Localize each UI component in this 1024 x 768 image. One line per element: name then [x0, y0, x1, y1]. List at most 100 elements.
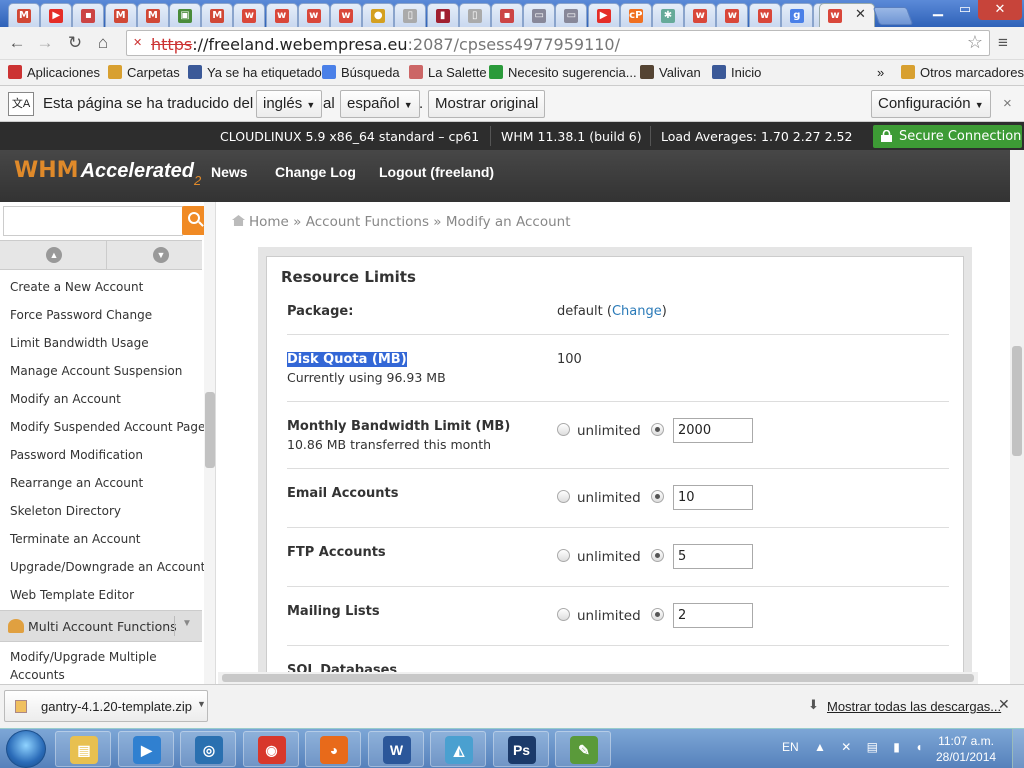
bookmarks-overflow-button[interactable]: »: [877, 63, 884, 83]
browser-tab[interactable]: w: [330, 3, 362, 27]
browser-tab[interactable]: ▶: [587, 3, 620, 27]
back-button[interactable]: ←: [6, 33, 28, 55]
address-bar[interactable]: ✕ https://freeland.webempresa.eu:2087/cp…: [126, 30, 990, 56]
limit-input[interactable]: 10: [673, 485, 753, 510]
bookmark-item[interactable]: Ya se ha etiquetado: [188, 63, 322, 83]
minimize-button[interactable]: ▁: [924, 0, 952, 20]
bookmark-item[interactable]: La Salette: [409, 63, 487, 83]
custom-limit-radio[interactable]: [651, 490, 664, 503]
browser-tab[interactable]: w: [233, 3, 266, 27]
home-button[interactable]: ⌂: [92, 33, 114, 55]
browser-tab[interactable]: w: [265, 3, 298, 27]
show-original-button[interactable]: Mostrar original: [428, 90, 546, 118]
sidebar-item[interactable]: Manage Account Suspension: [10, 364, 182, 378]
taskbar-app[interactable]: ◎: [180, 731, 236, 767]
sidebar-scrollbar[interactable]: [204, 202, 215, 684]
taskbar-app[interactable]: ◭: [430, 731, 486, 767]
taskbar-app[interactable]: ▤: [55, 731, 111, 767]
nav-logout[interactable]: Logout (freeland): [379, 164, 494, 180]
sidebar-item[interactable]: Password Modification: [10, 448, 143, 462]
translate-close-button[interactable]: ×: [1003, 95, 1012, 112]
unlimited-radio[interactable]: [557, 608, 570, 621]
browser-tab[interactable]: ▯: [394, 3, 427, 27]
new-tab-button[interactable]: [872, 7, 914, 25]
custom-limit-radio[interactable]: [651, 608, 664, 621]
taskbar-app[interactable]: W: [367, 731, 424, 767]
change-package-link[interactable]: Change: [612, 304, 662, 319]
sidebar-item[interactable]: Modify Suspended Account Page: [10, 420, 205, 434]
browser-tab[interactable]: ▭: [523, 3, 556, 27]
sidebar-item[interactable]: Rearrange an Account: [10, 476, 143, 490]
browser-tab[interactable]: ✱: [652, 3, 684, 27]
browser-tab[interactable]: M: [201, 3, 234, 27]
close-download-bar-button[interactable]: ✕: [998, 696, 1010, 713]
unlimited-radio[interactable]: [557, 423, 570, 436]
unlimited-radio[interactable]: [557, 490, 570, 503]
url-text[interactable]: https://freeland.webempresa.eu:2087/cpse…: [151, 35, 620, 54]
sidebar-item[interactable]: Create a New Account: [10, 280, 143, 294]
page-vertical-scrollbar[interactable]: [1010, 150, 1024, 684]
show-all-downloads-link[interactable]: Mostrar todas las descargas...: [827, 699, 1001, 714]
browser-tab[interactable]: ▭: [555, 3, 588, 27]
collapse-up-icon[interactable]: ▲: [46, 247, 62, 263]
browser-tab[interactable]: ▯: [458, 3, 491, 27]
target-language-select[interactable]: español ▼: [340, 90, 420, 118]
limit-input[interactable]: 2: [673, 603, 753, 628]
page-horizontal-scrollbar[interactable]: [218, 672, 978, 684]
browser-tab[interactable]: w: [684, 3, 717, 27]
browser-tab[interactable]: M: [104, 3, 137, 27]
download-item[interactable]: gantry-4.1.20-template.zip ▼: [4, 690, 208, 722]
sidebar-item-modify-upgrade-multiple[interactable]: Modify/Upgrade Multiple: [10, 650, 157, 664]
bookmark-item[interactable]: Búsqueda: [322, 63, 400, 83]
sidebar-item[interactable]: Modify an Account: [10, 392, 121, 406]
taskbar-app[interactable]: ▶: [117, 731, 174, 767]
browser-tab[interactable]: g: [780, 3, 813, 27]
bookmark-item[interactable]: Valivan: [640, 63, 701, 83]
bookmark-star-icon[interactable]: ☆: [967, 32, 983, 53]
sidebar-item[interactable]: Limit Bandwidth Usage: [10, 336, 149, 350]
taskbar-app[interactable]: Ps: [492, 731, 549, 767]
insecure-lock-icon[interactable]: ✕: [133, 36, 147, 50]
bookmark-item[interactable]: Aplicaciones: [8, 63, 100, 83]
breadcrumb-home[interactable]: Home: [249, 214, 289, 230]
taskbar-app[interactable]: ✎: [555, 731, 611, 767]
browser-tab[interactable]: ▣: [169, 3, 201, 27]
reload-button[interactable]: ↻: [64, 33, 86, 55]
collapse-down-icon[interactable]: ▼: [153, 247, 169, 263]
custom-limit-radio[interactable]: [651, 549, 664, 562]
source-language-select[interactable]: inglés ▼: [256, 90, 323, 118]
chevron-down-icon[interactable]: ▼: [197, 699, 206, 709]
nav-news[interactable]: News: [211, 164, 248, 180]
bookmark-item[interactable]: Inicio: [712, 63, 761, 83]
sidebar-item[interactable]: Skeleton Directory: [10, 504, 121, 518]
start-button[interactable]: [6, 730, 46, 768]
maximize-button[interactable]: ▭: [952, 0, 978, 20]
sidebar-item[interactable]: Terminate an Account: [10, 532, 141, 546]
browser-tab[interactable]: M: [8, 3, 40, 27]
browser-tab[interactable]: ▮: [426, 3, 459, 27]
browser-tab[interactable]: w: [819, 3, 875, 28]
translate-settings-select[interactable]: Configuración ▼: [871, 90, 991, 118]
breadcrumb-section[interactable]: Account Functions: [306, 214, 429, 230]
bookmark-item[interactable]: Necesito sugerencia...: [489, 63, 637, 83]
browser-tab[interactable]: w: [748, 3, 781, 27]
taskbar-app[interactable]: ◉: [242, 731, 299, 767]
browser-tab[interactable]: cP: [619, 3, 652, 27]
input-language[interactable]: EN: [782, 740, 799, 754]
limit-input[interactable]: 5: [673, 544, 753, 569]
browser-tab[interactable]: w: [716, 3, 749, 27]
browser-tab[interactable]: ▪: [72, 3, 105, 27]
browser-tab[interactable]: ●: [362, 3, 395, 27]
show-desktop-button[interactable]: [1012, 729, 1024, 768]
limit-input[interactable]: 2000: [673, 418, 753, 443]
sidebar-item-modify-upgrade-multiple-cont[interactable]: Accounts: [10, 668, 65, 682]
clock[interactable]: 11:07 a.m. 28/01/2014: [936, 733, 996, 765]
whm-logo[interactable]: WHM Accelerated2: [14, 158, 201, 188]
browser-tab[interactable]: M: [136, 3, 169, 27]
window-close-button[interactable]: ✕: [978, 0, 1022, 20]
forward-button[interactable]: →: [34, 33, 56, 55]
sidebar-item[interactable]: Upgrade/Downgrade an Account: [10, 560, 205, 574]
system-tray-icons[interactable]: ▲ ✕ ▤ ▮ ◖: [814, 740, 928, 754]
sidebar-item[interactable]: Force Password Change: [10, 308, 152, 322]
custom-limit-radio[interactable]: [651, 423, 664, 436]
